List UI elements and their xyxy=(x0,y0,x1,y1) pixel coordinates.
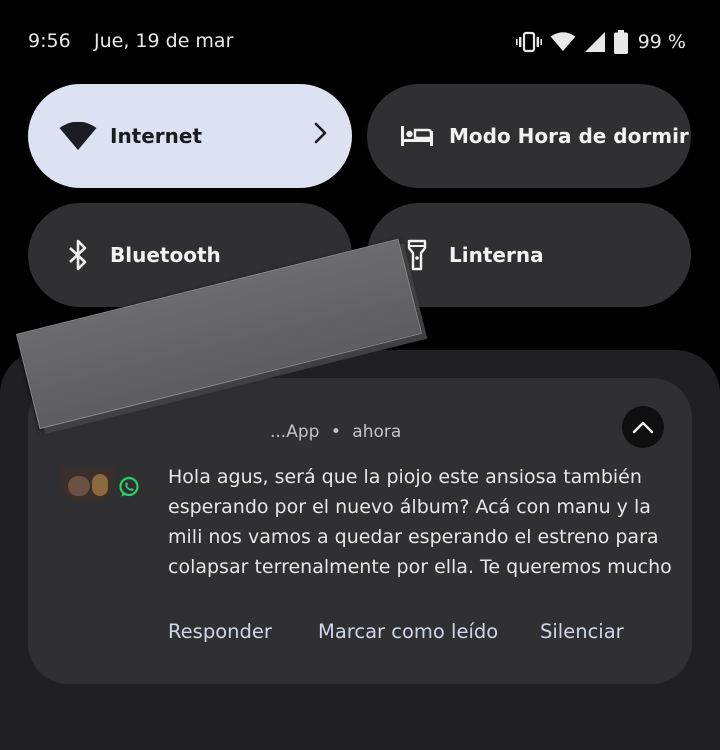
notification-app-name: ...App xyxy=(270,422,320,442)
mute-button[interactable]: Silenciar xyxy=(540,620,624,643)
message-line: Hola agus, será que la piojo este ansios… xyxy=(168,466,642,488)
tile-label: Linterna xyxy=(449,243,544,267)
status-icons: 99 % xyxy=(515,28,686,56)
status-date: Jue, 19 de mar xyxy=(94,30,234,52)
message-line: mili nos vamos a quedar esperando el est… xyxy=(168,526,659,548)
notification-meta: ...App • ahora xyxy=(270,422,401,442)
status-time: 9:56 xyxy=(28,30,71,52)
status-bar: 9:56 Jue, 19 de mar 99 % xyxy=(0,0,720,84)
battery-icon xyxy=(613,30,628,54)
vibrate-icon xyxy=(515,31,542,53)
notification-message: Hola agus, será que la piojo este ansios… xyxy=(168,462,678,582)
tile-modo-hora-de-dormir[interactable]: Modo Hora de dormir xyxy=(367,84,691,188)
tile-label: Internet xyxy=(110,124,203,148)
battery-level: 99 % xyxy=(637,31,686,53)
tile-internet[interactable]: Internet xyxy=(28,84,352,188)
mark-as-read-button[interactable]: Marcar como leído xyxy=(318,620,498,643)
whatsapp-icon xyxy=(119,476,139,497)
chevron-right-icon[interactable] xyxy=(314,122,328,144)
notification-time: ahora xyxy=(352,422,402,442)
tile-label: Modo Hora de dormir xyxy=(449,124,689,148)
avatar xyxy=(62,468,114,500)
collapse-button[interactable] xyxy=(622,406,664,448)
tile-linterna[interactable]: Linterna xyxy=(367,203,691,307)
message-line: colapsar terrenalmente por ella. Te quer… xyxy=(168,556,672,578)
tile-label: Bluetooth xyxy=(110,243,221,267)
reply-button[interactable]: Responder xyxy=(168,620,272,643)
message-line: esperando por el nuevo álbum? Acá con ma… xyxy=(168,496,651,518)
bed-icon xyxy=(393,116,441,156)
bluetooth-icon xyxy=(54,235,102,275)
meta-separator: • xyxy=(330,422,341,442)
wifi-icon xyxy=(54,116,102,156)
cell-signal-icon xyxy=(584,32,605,52)
chevron-up-icon xyxy=(632,421,654,434)
wifi-icon xyxy=(550,32,576,51)
